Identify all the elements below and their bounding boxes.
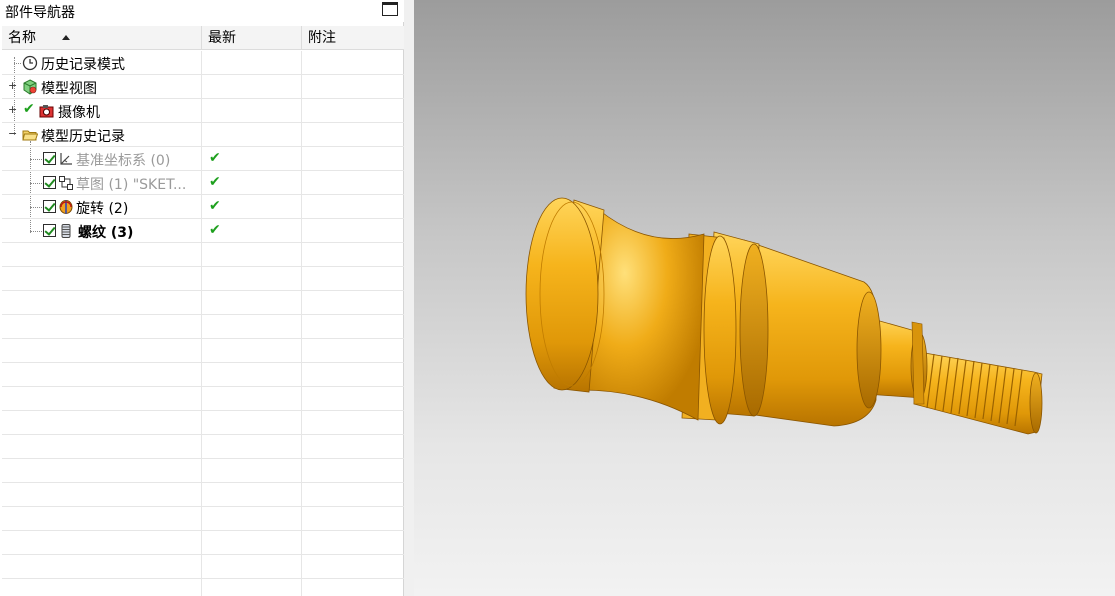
empty-row <box>2 483 404 507</box>
model-view-cube-icon <box>23 79 37 95</box>
tree-row-feature[interactable]: 草图 (1) "SKET... ✔ <box>2 171 404 195</box>
up-to-date-check-icon: ✔ <box>209 174 221 190</box>
tree-label: 模型历史记录 <box>41 129 125 145</box>
column-header-name[interactable]: 名称 <box>2 26 202 50</box>
clock-icon <box>22 55 38 71</box>
empty-row <box>2 411 404 435</box>
column-latest-label: 最新 <box>208 30 236 46</box>
revolve-icon <box>59 200 73 214</box>
datum-csys-icon <box>60 153 72 165</box>
tree-label: 模型视图 <box>41 81 97 97</box>
up-to-date-check-icon: ✔ <box>209 222 221 238</box>
column-name-label: 名称 <box>8 30 36 46</box>
sort-ascending-icon <box>62 35 70 40</box>
empty-row <box>2 339 404 363</box>
camera-icon <box>39 105 54 118</box>
tree-row-cameras[interactable]: + ✔ 摄像机 <box>2 99 404 123</box>
tree-label: 草图 (1) "SKET... <box>76 177 187 193</box>
collapse-minus-icon[interactable]: − <box>8 128 17 139</box>
checkmark-icon: ✔ <box>23 101 35 117</box>
part-navigator-panel: 部件导航器 名称 最新 附注 历史记录模式 + 模型视图 + ✔ 摄像机 − 模… <box>0 0 404 596</box>
empty-row <box>2 531 404 555</box>
empty-row <box>2 363 404 387</box>
empty-row <box>2 507 404 531</box>
open-folder-icon <box>22 130 38 141</box>
empty-row <box>2 435 404 459</box>
tree-row-model-views[interactable]: + 模型视图 <box>2 75 404 99</box>
graphics-viewport[interactable] <box>414 0 1115 596</box>
visibility-checkbox[interactable] <box>43 152 56 165</box>
visibility-checkbox[interactable] <box>43 176 56 189</box>
up-to-date-check-icon: ✔ <box>209 198 221 214</box>
panel-title-bar: 部件导航器 <box>0 0 404 22</box>
visibility-checkbox[interactable] <box>43 200 56 213</box>
tree-row-feature[interactable]: 旋转 (2) ✔ <box>2 195 404 219</box>
column-header-note[interactable]: 附注 <box>302 26 404 50</box>
column-header: 名称 最新 附注 <box>2 26 404 50</box>
thread-icon <box>61 224 71 238</box>
tree-row-model-history[interactable]: − 模型历史记录 <box>2 123 404 147</box>
empty-row <box>2 555 404 579</box>
empty-row <box>2 243 404 267</box>
empty-row <box>2 267 404 291</box>
shaft-3d-model[interactable] <box>414 0 1115 596</box>
tree-label: 旋转 (2) <box>76 201 129 217</box>
empty-row <box>2 315 404 339</box>
tree-row-history-mode[interactable]: 历史记录模式 <box>2 51 404 75</box>
maximize-button[interactable] <box>382 2 398 16</box>
tree-row-feature[interactable]: 基准坐标系 (0) ✔ <box>2 147 404 171</box>
tree-row-feature-current[interactable]: 螺纹 (3) ✔ <box>2 219 404 243</box>
empty-row <box>2 291 404 315</box>
up-to-date-check-icon: ✔ <box>209 150 221 166</box>
empty-row <box>2 387 404 411</box>
empty-row <box>2 579 404 596</box>
panel-title: 部件导航器 <box>5 5 75 21</box>
panel-splitter[interactable] <box>404 0 414 596</box>
expand-plus-icon[interactable]: + <box>8 104 17 115</box>
column-note-label: 附注 <box>308 30 336 46</box>
sketch-icon <box>59 176 73 190</box>
tree-label: 基准坐标系 (0) <box>76 153 171 169</box>
tree-label: 螺纹 (3) <box>78 225 134 241</box>
empty-row <box>2 459 404 483</box>
expand-plus-icon[interactable]: + <box>8 80 17 91</box>
navigator-tree: 历史记录模式 + 模型视图 + ✔ 摄像机 − 模型历史记录 基准坐标系 (0)… <box>2 51 404 596</box>
column-header-latest[interactable]: 最新 <box>202 26 302 50</box>
visibility-checkbox[interactable] <box>43 224 56 237</box>
tree-label: 摄像机 <box>58 105 100 121</box>
thread-section <box>913 351 1043 435</box>
tree-label: 历史记录模式 <box>41 57 125 73</box>
